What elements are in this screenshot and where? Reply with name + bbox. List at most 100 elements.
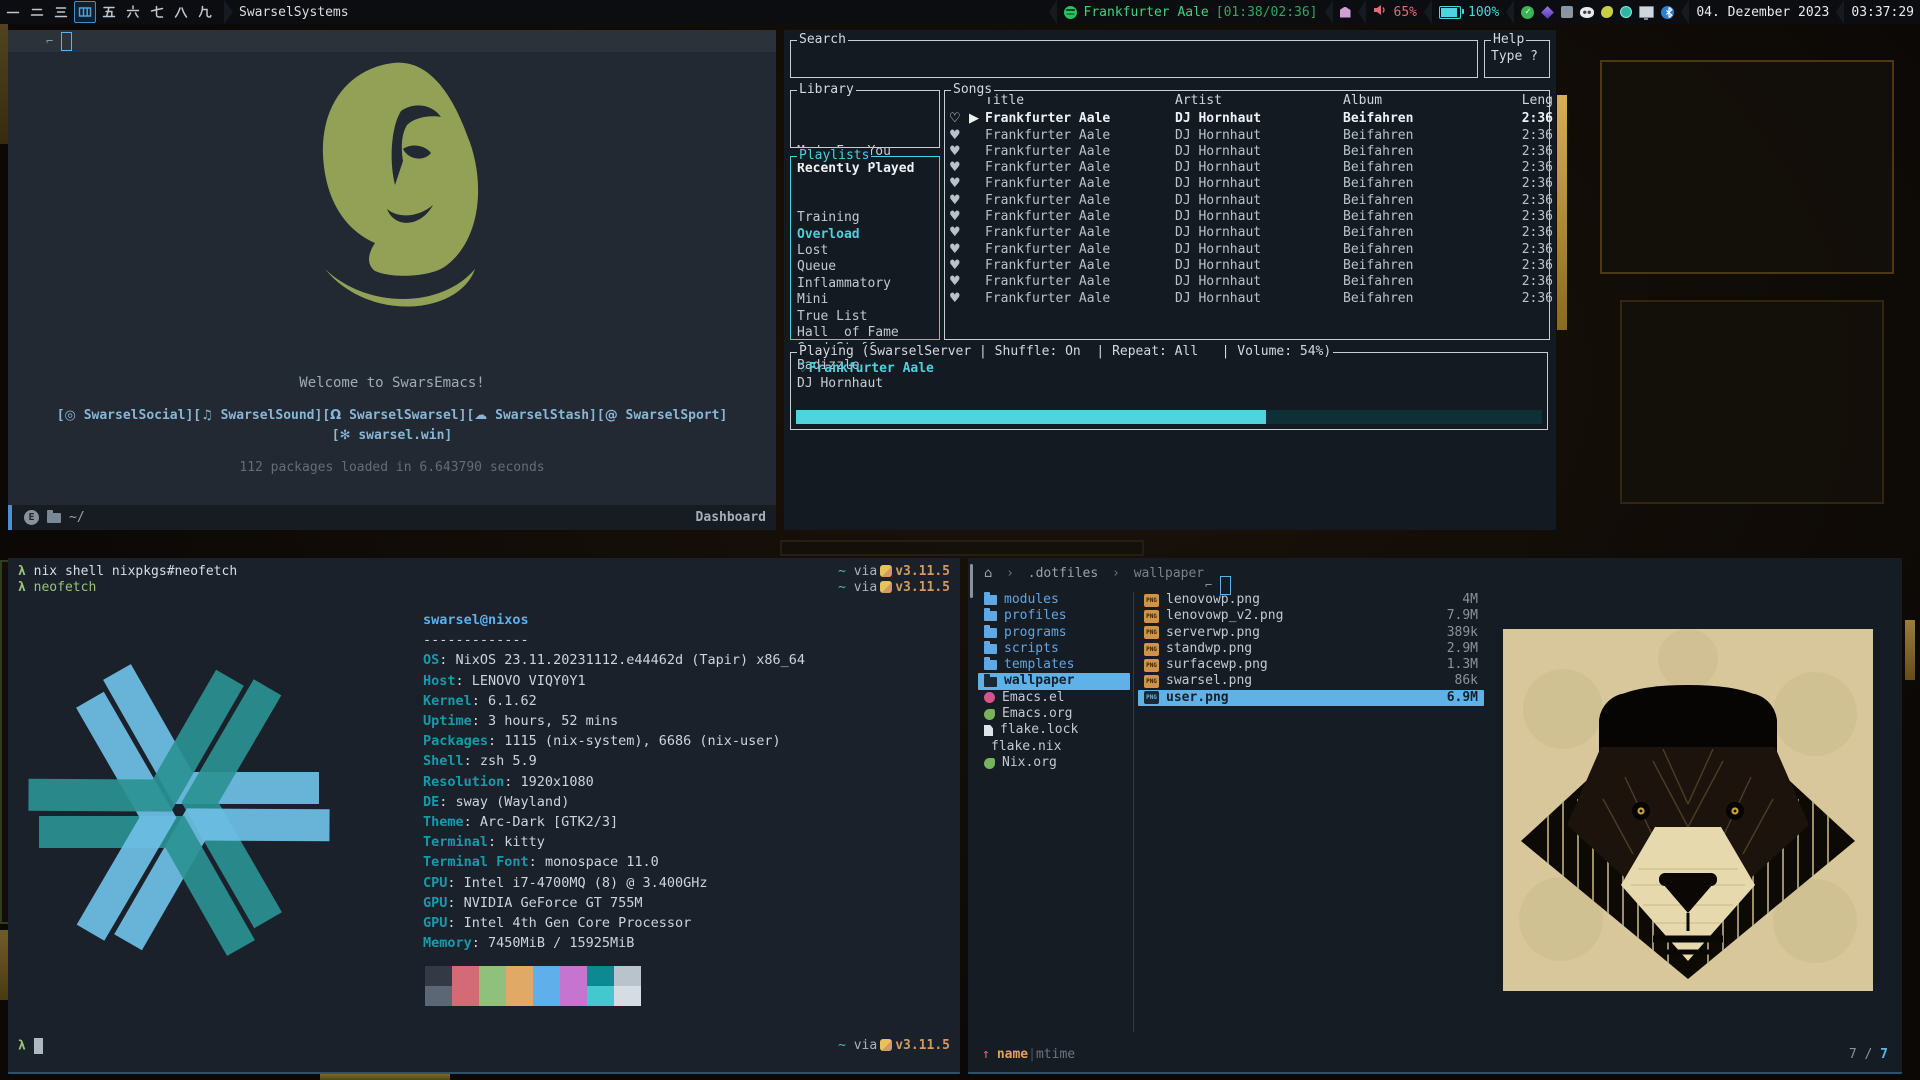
directory-entry[interactable]: Nix.org [978,755,1130,771]
playlist-item[interactable]: Queue [797,259,933,275]
directory-entry[interactable]: programs [978,625,1130,641]
button-label: SwarselStash [495,408,589,423]
playlist-item[interactable]: Overload [797,227,933,243]
playlist-item[interactable]: Training [797,210,933,226]
discord-tray-icon[interactable] [1580,7,1594,18]
file-size: 1.3M [1447,657,1478,673]
sort-order-icon[interactable]: ↑ [982,1047,990,1062]
vpn-icon[interactable] [1340,7,1351,18]
palette-swatch [560,966,587,986]
heart-icon[interactable]: ♥ [949,291,969,307]
file-entry[interactable]: PNG standwp.png 2.9M [1138,641,1484,657]
png-icon: PNG [1144,691,1159,704]
file-size: 4M [1462,592,1478,608]
button-icon: ✻ [340,428,351,443]
directory-entry[interactable]: wallpaper [978,673,1130,689]
song-artist: DJ Hornhaut [1175,291,1343,307]
workspace-7[interactable] [146,1,168,23]
directory-entry[interactable]: templates [978,657,1130,673]
song-artist: DJ Hornhaut [1175,225,1343,241]
workspace-3[interactable] [50,1,72,23]
palette-swatch [614,986,641,1006]
directory-entry[interactable]: flake.lock [978,722,1130,738]
workspace-2[interactable] [26,1,48,23]
heart-icon[interactable]: ♥ [949,193,969,209]
modeline-path: ~/ [69,510,85,525]
workspace-1[interactable] [2,1,24,23]
entry-name: Emacs.el [1002,690,1124,706]
breadcrumb-parent[interactable]: .dotfiles [1028,566,1098,581]
heart-icon[interactable]: ♥ [949,144,969,160]
directory-entry[interactable]: profiles [978,608,1130,624]
checkmark-tray-icon[interactable]: ✓ [1521,6,1534,19]
chevron-separator [1506,0,1514,24]
song-title: Frankfurter Aale [985,144,1175,160]
heart-icon[interactable]: ♥ [949,258,969,274]
file-entry[interactable]: PNG lenovowp_v2.png 7.9M [1138,608,1484,624]
seek-bar[interactable] [796,410,1542,424]
workspace-8[interactable] [170,1,192,23]
heart-icon[interactable]: ♡ [949,111,969,127]
directory-entry[interactable]: modules [978,592,1130,608]
neofetch-line: GPUIntel 4th Gen Core Processor [423,913,805,933]
now-playing-song[interactable]: Frankfurter Aale [1084,5,1209,20]
playlist-item[interactable]: Mini [797,292,933,308]
scroll-indicator[interactable] [970,564,973,598]
workspace-4[interactable] [74,1,96,23]
breadcrumb-current: wallpaper [1134,566,1204,581]
playlist-item[interactable]: Hall of Fame [797,325,933,341]
dashboard-button[interactable]: @ SwarselSport [597,408,727,423]
sort-alt-mode[interactable]: mtime [1036,1047,1075,1062]
heart-icon[interactable]: ♥ [949,225,969,241]
heart-icon[interactable]: ♥ [949,160,969,176]
gem-tray-icon[interactable] [1541,6,1554,19]
file-entry[interactable]: PNG swarsel.png 86k [1138,673,1484,689]
heart-icon[interactable]: ♥ [949,128,969,144]
display-tray-icon[interactable] [1639,6,1654,18]
file-entry[interactable]: PNG serverwp.png 389k [1138,625,1484,641]
song-length: 2:36 [1511,128,1553,144]
workspace-6[interactable] [122,1,144,23]
dashboard-button[interactable]: Ω SwarselSwarsel [322,408,466,423]
file-entry[interactable]: PNG lenovowp.png 4M [1138,592,1484,608]
file-entry[interactable]: PNG user.png 6.9M [1138,690,1484,706]
heart-icon[interactable]: ♥ [949,274,969,290]
playlist-item[interactable]: Lost [797,243,933,259]
dashboard-button[interactable]: ◎ SwarselSocial [57,408,194,423]
volume-icon[interactable] [1373,4,1387,20]
directory-entry[interactable]: scripts [978,641,1130,657]
palette-swatch [452,986,479,1006]
breadcrumb-separator: › [1112,566,1120,581]
workspace-9[interactable] [194,1,216,23]
heart-icon[interactable]: ♥ [949,176,969,192]
directory-entry[interactable]: Emacs.el [978,690,1130,706]
sort-mode[interactable]: name [997,1047,1028,1062]
heart-icon[interactable]: ♥ [949,242,969,258]
file-type-icon [984,595,997,605]
bluetooth-tray-icon[interactable] [1661,6,1674,19]
swan-tray-icon[interactable] [1601,6,1613,18]
package-tray-icon[interactable]: * [1561,6,1573,18]
playlist-item[interactable]: True List [797,309,933,325]
dashboard-button[interactable]: ☁ SwarselStash [466,408,596,423]
directory-entry[interactable]: Emacs.org [978,706,1130,722]
spotify-icon[interactable] [1064,6,1077,19]
neofetch-line: ThemeArc-Dark [GTK2/3] [423,812,805,832]
emacs-cursor [61,32,72,51]
terminal-cursor[interactable] [34,1038,43,1054]
home-icon[interactable]: ⌂ [984,566,992,581]
playlist-item[interactable]: Inflammatory [797,276,933,292]
swarsel-win-button[interactable]: ✻ swarsel.win [332,428,452,443]
syncthing-tray-icon[interactable] [1620,6,1632,18]
rprompt-via: via [854,1038,877,1053]
directory-entry[interactable]: flake.nix [978,739,1130,755]
file-entry[interactable]: PNG surfacewp.png 1.3M [1138,657,1484,673]
play-indicator [969,242,985,258]
heart-icon[interactable]: ♥ [949,209,969,225]
wallpaper-preview-image [1503,629,1873,991]
entry-name: templates [1004,657,1124,673]
search-box[interactable]: Search [790,40,1478,78]
dashboard-button[interactable]: ♫ SwarselSound [193,408,322,423]
playing-heart-icon[interactable]: ♡ [797,361,809,376]
workspace-5[interactable] [98,1,120,23]
